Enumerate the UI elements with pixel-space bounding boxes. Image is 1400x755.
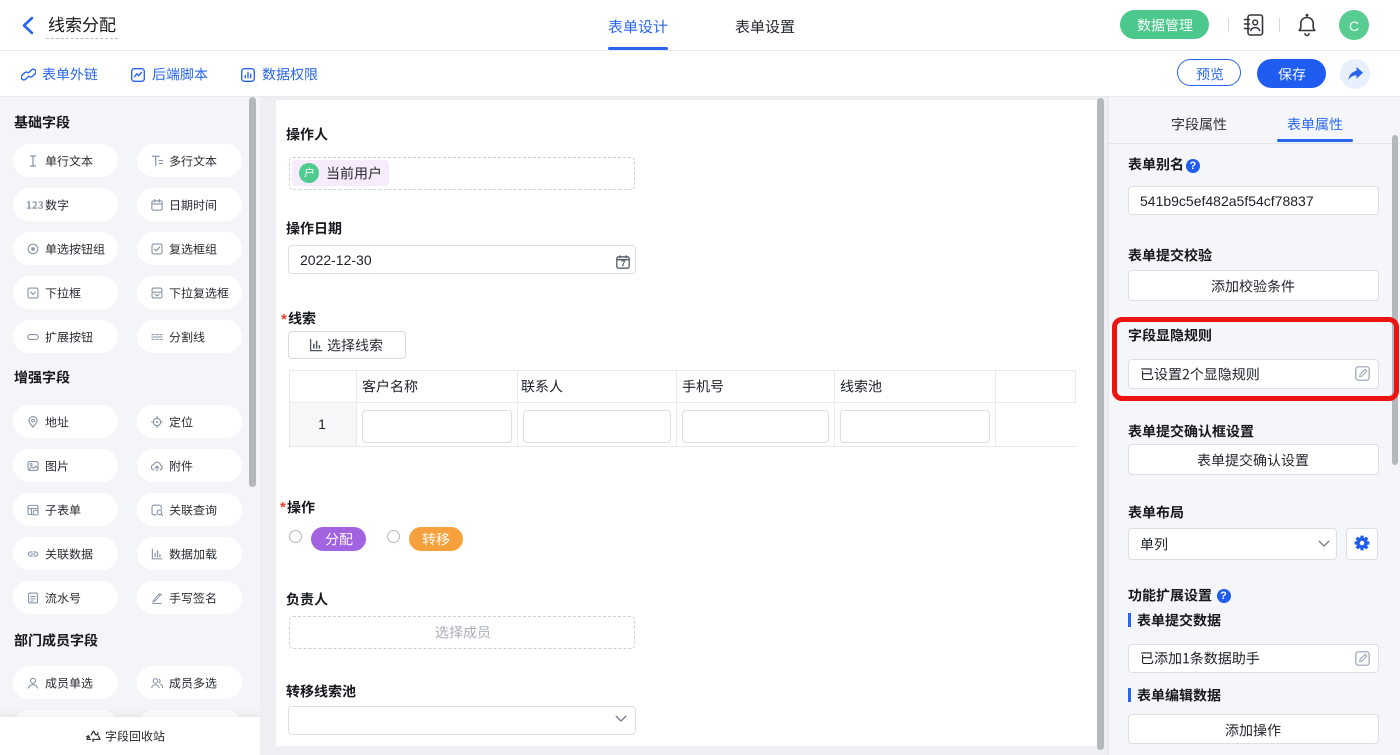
- svg-text:7: 7: [621, 259, 626, 269]
